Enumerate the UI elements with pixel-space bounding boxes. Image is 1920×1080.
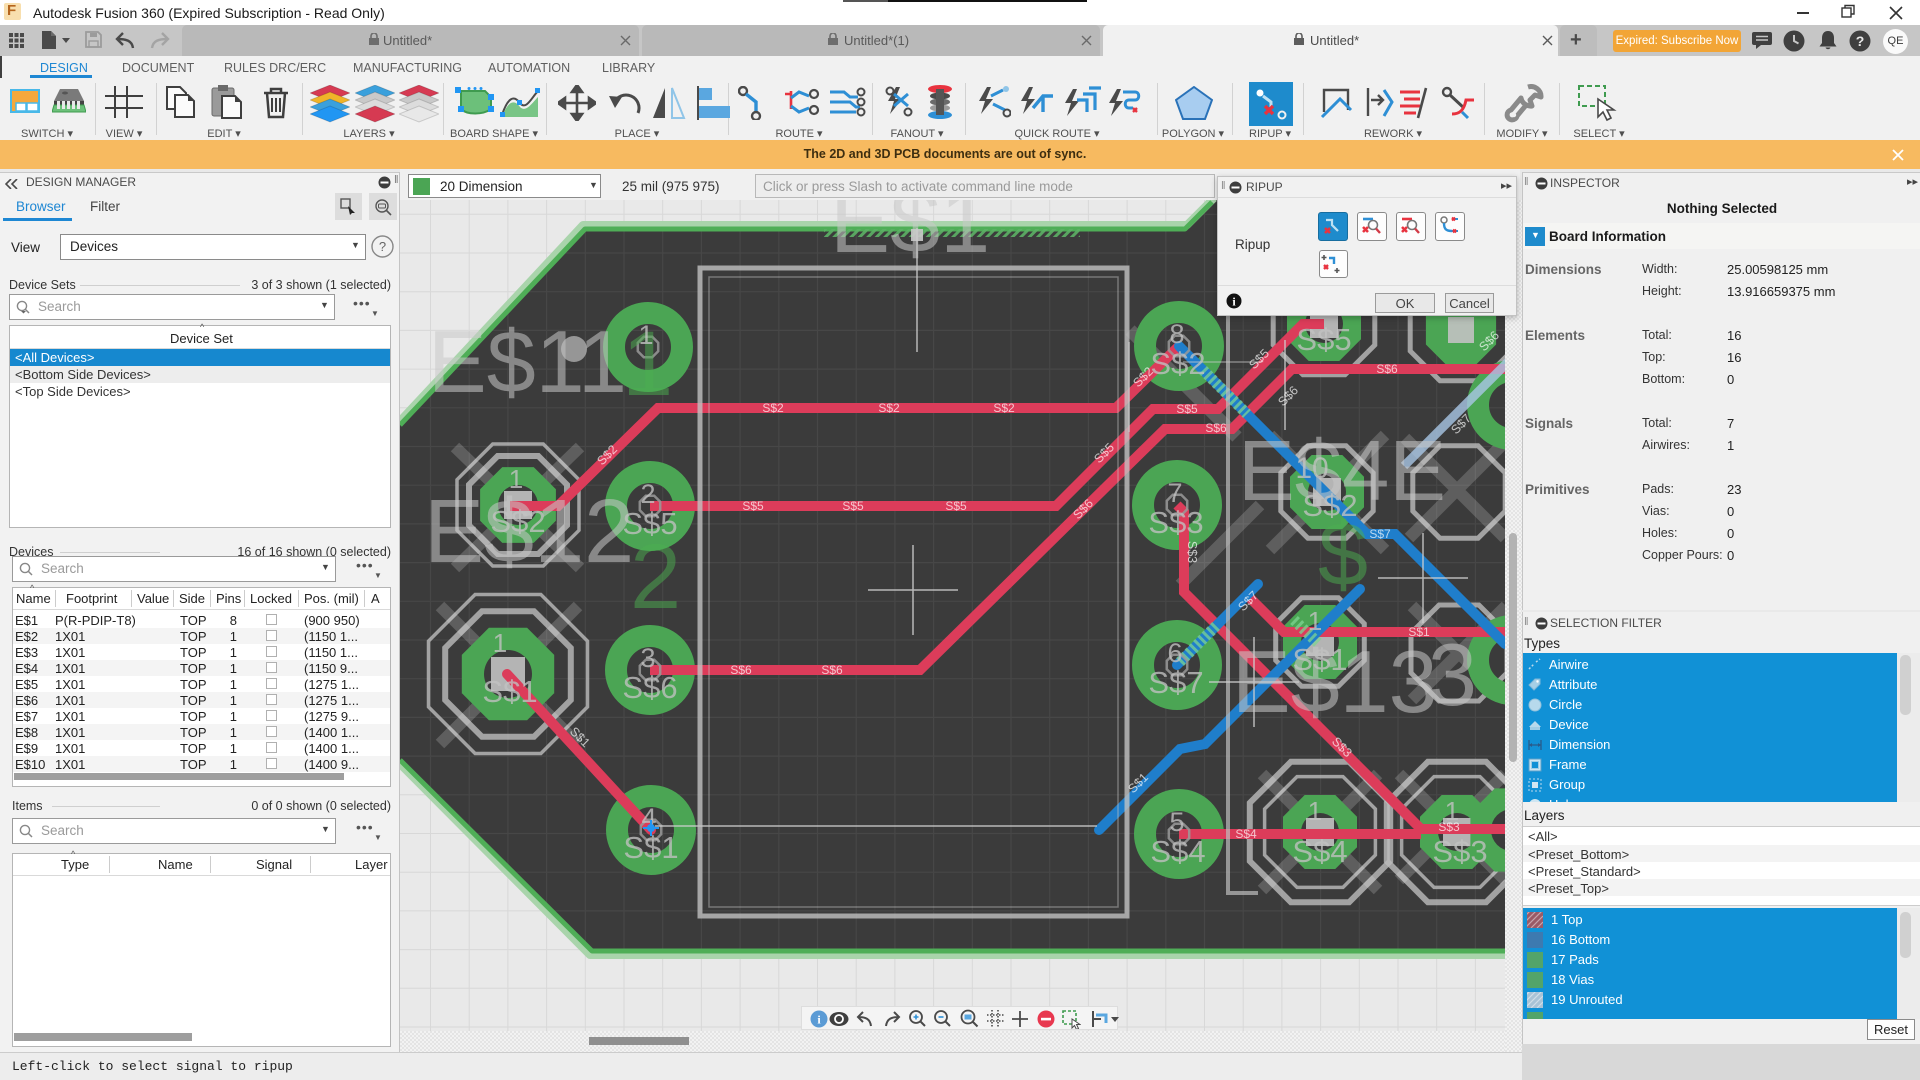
svg-text:1: 1 bbox=[1308, 796, 1322, 826]
svg-text:S$5: S$5 bbox=[842, 499, 864, 513]
svg-text:E$11: E$11 bbox=[428, 312, 627, 411]
svg-text:S$3: S$3 bbox=[1185, 541, 1199, 563]
svg-text:1: 1 bbox=[493, 628, 507, 658]
svg-text:E$1: E$1 bbox=[830, 200, 990, 272]
svg-text:S$3: S$3 bbox=[1432, 834, 1487, 869]
svg-text:S$6: S$6 bbox=[1376, 362, 1398, 376]
svg-text:S$5: S$5 bbox=[622, 506, 677, 541]
svg-text:S$2: S$2 bbox=[878, 401, 900, 415]
svg-text:3: 3 bbox=[1428, 625, 1477, 724]
svg-text:S$2: S$2 bbox=[993, 401, 1015, 415]
svg-text:S$5: S$5 bbox=[1296, 322, 1351, 357]
svg-text:S$1: S$1 bbox=[1408, 625, 1430, 639]
svg-text:S$6: S$6 bbox=[622, 670, 677, 705]
svg-text:S$5: S$5 bbox=[742, 499, 764, 513]
svg-text:S$7: S$7 bbox=[1148, 665, 1203, 700]
svg-text:S$6: S$6 bbox=[821, 663, 843, 677]
svg-text:S$2: S$2 bbox=[1302, 488, 1357, 523]
svg-text:?: ? bbox=[1856, 33, 1865, 49]
svg-text:10: 10 bbox=[1295, 452, 1328, 485]
svg-text:?: ? bbox=[379, 239, 386, 254]
svg-text:S$4: S$4 bbox=[1150, 834, 1205, 869]
svg-text:S$6: S$6 bbox=[730, 663, 752, 677]
svg-text:3: 3 bbox=[640, 643, 655, 673]
svg-text:2: 2 bbox=[630, 526, 681, 628]
svg-text:S$1: S$1 bbox=[1292, 642, 1347, 677]
svg-text:S$4: S$4 bbox=[1292, 834, 1347, 869]
svg-text:S$3: S$3 bbox=[1148, 505, 1203, 540]
svg-text:S$2: S$2 bbox=[762, 401, 784, 415]
svg-text:S$3: S$3 bbox=[1438, 820, 1460, 834]
svg-text:1: 1 bbox=[638, 320, 653, 350]
svg-text:2: 2 bbox=[640, 479, 655, 509]
svg-text:S$6: S$6 bbox=[1205, 421, 1227, 435]
svg-text:S$5: S$5 bbox=[945, 499, 967, 513]
svg-text:7: 7 bbox=[1167, 478, 1182, 508]
svg-text:S$2: S$2 bbox=[1150, 346, 1205, 381]
svg-text:8: 8 bbox=[1169, 319, 1184, 349]
svg-text:1: 1 bbox=[1308, 606, 1322, 636]
svg-text:5: 5 bbox=[1169, 807, 1184, 837]
svg-text:6: 6 bbox=[1167, 638, 1182, 668]
svg-text:S$2: S$2 bbox=[490, 504, 545, 539]
svg-text:1: 1 bbox=[509, 464, 523, 494]
svg-text:S$4: S$4 bbox=[1235, 827, 1257, 841]
svg-text:S$5: S$5 bbox=[1176, 402, 1198, 416]
svg-text:S$1: S$1 bbox=[482, 674, 537, 709]
svg-text:S$7: S$7 bbox=[1369, 527, 1391, 541]
